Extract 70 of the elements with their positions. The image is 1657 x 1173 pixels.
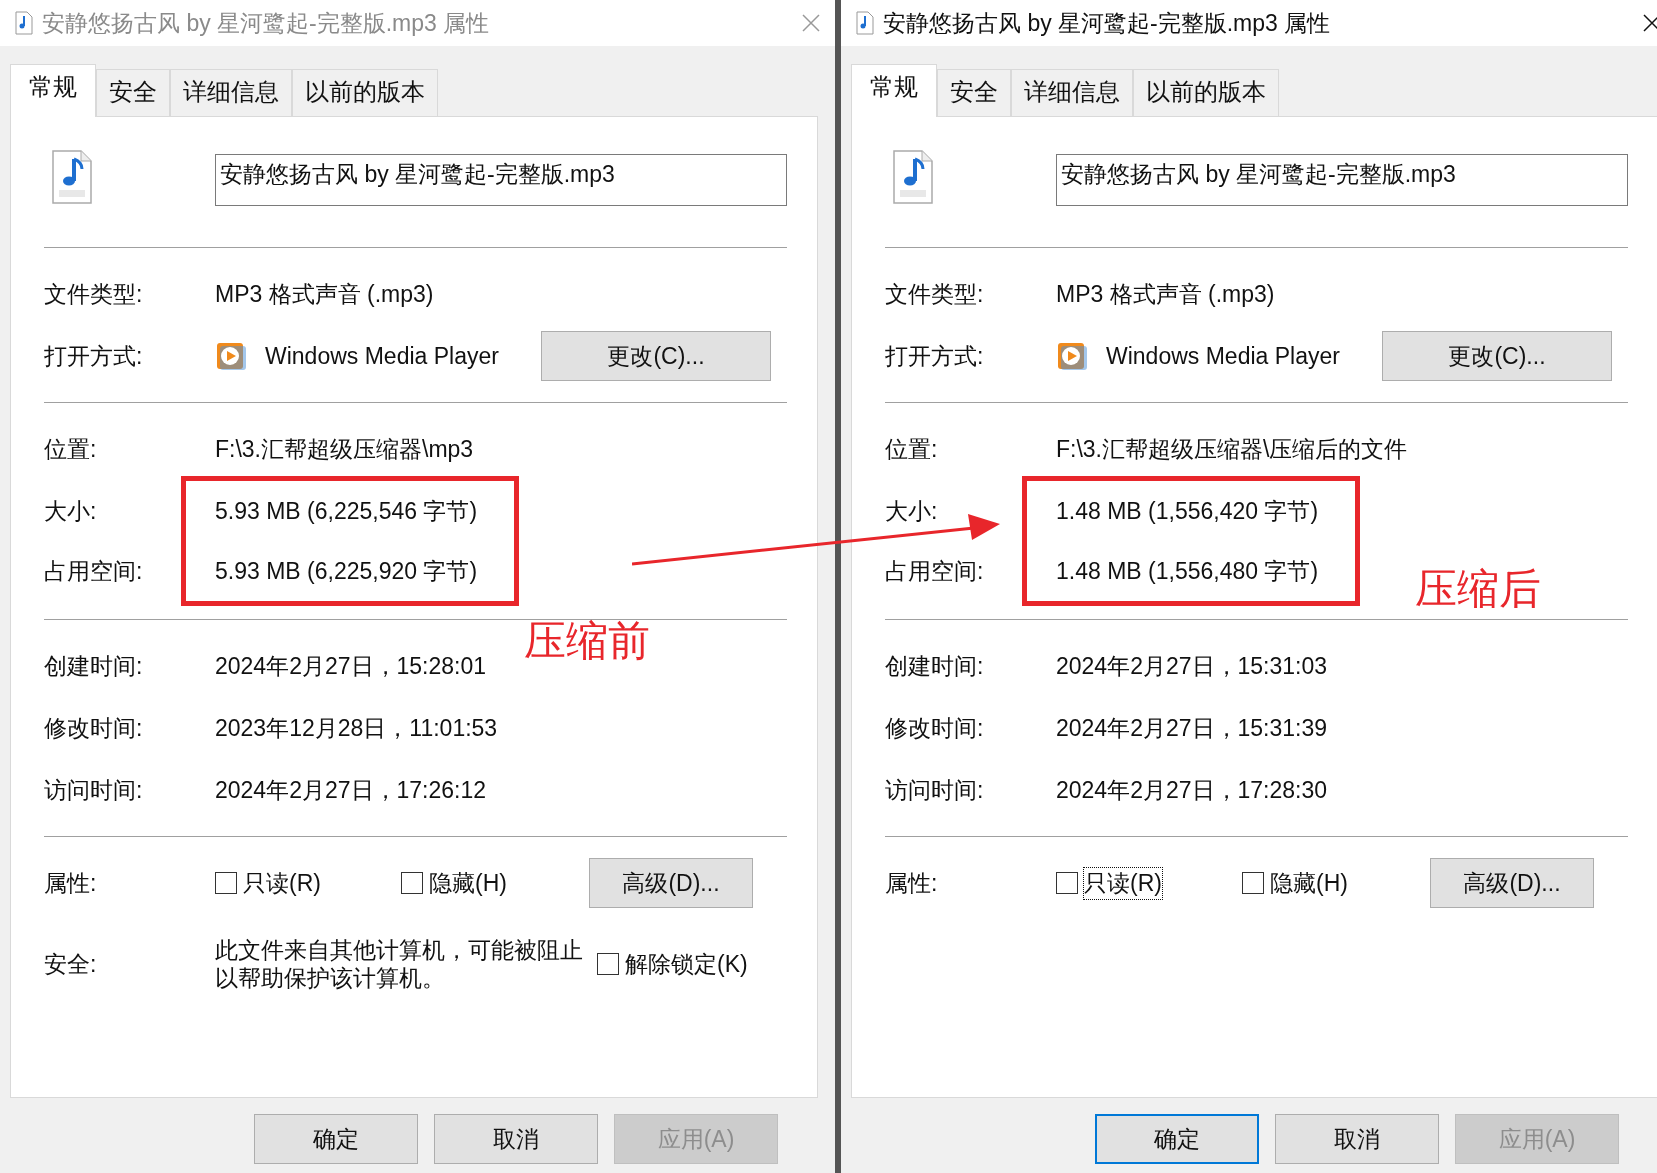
tab[interactable]: 详细信息 — [170, 69, 292, 116]
tab[interactable]: 常规 — [851, 64, 937, 117]
field-label: 大小: — [44, 496, 98, 526]
dialog-button[interactable]: 取消 — [1275, 1114, 1439, 1164]
annotation-text: 压缩后 — [1415, 564, 1541, 614]
music-file-icon — [855, 11, 875, 35]
field-value: 2023年12月28日，11:01:53 — [215, 713, 498, 743]
tab[interactable]: 详细信息 — [1011, 69, 1133, 116]
dialog-button[interactable]: 确定 — [254, 1114, 418, 1164]
field-label: 创建时间: — [44, 651, 144, 681]
field-value: 1.48 MB (1,556,420 字节) — [1056, 496, 1320, 526]
field-label: 打开方式: — [44, 341, 144, 371]
app-name: Windows Media Player — [265, 342, 500, 370]
media-player-icon — [1056, 340, 1088, 372]
checkbox[interactable]: 解除锁定(K) — [597, 948, 748, 980]
field-label: 占用空间: — [44, 556, 144, 586]
field-value: 2024年2月27日，15:31:03 — [1056, 651, 1328, 681]
checkbox[interactable]: 只读(R) — [1056, 867, 1242, 899]
media-player-icon — [215, 340, 247, 372]
field-label: 位置: — [885, 434, 939, 464]
dialog-button[interactable]: 确定 — [1095, 1114, 1259, 1164]
dialog-button[interactable]: 取消 — [434, 1114, 598, 1164]
music-file-icon — [14, 11, 34, 35]
field-value: 2024年2月27日，15:28:01 — [215, 651, 487, 681]
field-label: 位置: — [44, 434, 98, 464]
field-value: MP3 格式声音 (.mp3) — [215, 279, 434, 309]
annotation-text: 压缩前 — [524, 616, 650, 666]
field-label: 大小: — [885, 496, 939, 526]
field-label: 访问时间: — [44, 775, 144, 805]
field-label: 属性: — [885, 868, 939, 898]
field-label: 文件类型: — [44, 279, 144, 309]
field-value: F:\3.汇帮超级压缩器\mp3 — [215, 434, 474, 464]
window-title: 安静悠扬古风 by 星河鹭起-完整版.mp3 属性 — [42, 8, 491, 38]
checkbox[interactable]: 只读(R) — [215, 867, 401, 899]
field-value: 2024年2月27日，15:31:39 — [1056, 713, 1328, 743]
field-label: 文件类型: — [885, 279, 985, 309]
tab[interactable]: 安全 — [937, 69, 1011, 116]
change-button[interactable]: 更改(C)... — [541, 331, 771, 381]
app-name: Windows Media Player — [1106, 342, 1341, 370]
field-label: 访问时间: — [885, 775, 985, 805]
field-value: 5.93 MB (6,225,546 字节) — [215, 496, 479, 526]
field-label: 修改时间: — [44, 713, 144, 743]
field-label: 安全: — [44, 949, 98, 979]
filename-field[interactable]: 安静悠扬古风 by 星河鹭起-完整版.mp3 — [1056, 154, 1628, 206]
checkbox[interactable]: 隐藏(H) — [401, 867, 587, 899]
field-value: 2024年2月27日，17:28:30 — [1056, 775, 1328, 805]
field-label: 修改时间: — [885, 713, 985, 743]
close-icon[interactable] — [1642, 13, 1657, 33]
field-label: 打开方式: — [885, 341, 985, 371]
tab[interactable]: 以前的版本 — [1133, 69, 1279, 116]
field-label: 占用空间: — [885, 556, 985, 586]
filename-field[interactable]: 安静悠扬古风 by 星河鹭起-完整版.mp3 — [215, 154, 787, 206]
checkbox[interactable]: 隐藏(H) — [1242, 867, 1428, 899]
field-value: 1.48 MB (1,556,480 字节) — [1056, 556, 1320, 586]
security-note: 此文件来自其他计算机，可能被阻止以帮助保护该计算机。 — [215, 936, 584, 992]
music-file-icon — [891, 149, 935, 205]
window-title: 安静悠扬古风 by 星河鹭起-完整版.mp3 属性 — [883, 8, 1332, 38]
field-value: MP3 格式声音 (.mp3) — [1056, 279, 1275, 309]
advanced-button[interactable]: 高级(D)... — [589, 858, 753, 908]
tab[interactable]: 常规 — [10, 64, 96, 117]
change-button[interactable]: 更改(C)... — [1382, 331, 1612, 381]
music-file-icon — [50, 149, 94, 205]
advanced-button[interactable]: 高级(D)... — [1430, 858, 1594, 908]
tab[interactable]: 以前的版本 — [292, 69, 438, 116]
field-value: F:\3.汇帮超级压缩器\压缩后的文件 — [1056, 434, 1408, 464]
field-label: 属性: — [44, 868, 98, 898]
field-value: 2024年2月27日，17:26:12 — [215, 775, 487, 805]
field-label: 创建时间: — [885, 651, 985, 681]
field-value: 5.93 MB (6,225,920 字节) — [215, 556, 479, 586]
tab[interactable]: 安全 — [96, 69, 170, 116]
